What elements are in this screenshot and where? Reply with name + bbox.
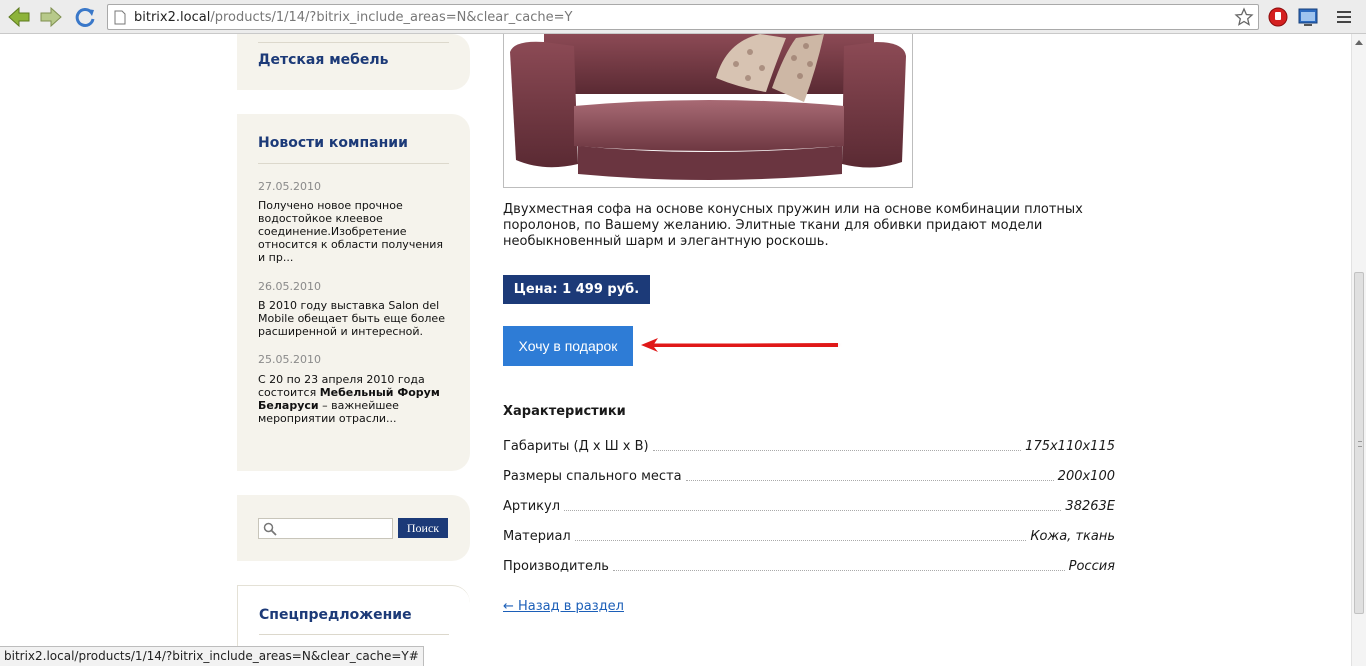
price-badge: Цена: 1 499 руб.	[503, 275, 650, 304]
news-date: 27.05.2010	[258, 180, 321, 193]
url-text[interactable]: bitrix2.local/products/1/14/?bitrix_incl…	[134, 10, 572, 25]
characteristic-row: Производитель Россия	[503, 556, 1115, 574]
news-box: Новости компании 27.05.2010 Получено нов…	[237, 114, 470, 471]
reload-icon[interactable]	[73, 5, 97, 29]
stop-extension-icon[interactable]	[1266, 5, 1290, 29]
characteristic-value: 200x100	[1057, 469, 1115, 484]
product-description: Двухместная софа на основе конусных пруж…	[503, 202, 1083, 249]
characteristic-label: Размеры спального места	[503, 469, 682, 484]
search-button[interactable]: Поиск	[398, 518, 448, 538]
dotted-leader	[685, 480, 1054, 481]
news-item-text[interactable]: С 20 по 23 апреля 2010 года состоится Ме…	[258, 373, 453, 425]
characteristic-row: Размеры спального места 200x100	[503, 466, 1115, 484]
back-to-section-link[interactable]: ← Назад в раздел	[503, 599, 624, 614]
status-bar-url: bitrix2.local/products/1/14/?bitrix_incl…	[0, 646, 424, 666]
dotted-leader	[564, 510, 1062, 511]
characteristic-value: 175x110x115	[1025, 439, 1115, 454]
special-offer-title[interactable]: Спецпредложение	[259, 607, 412, 623]
scroll-up-arrow-icon[interactable]	[1355, 40, 1363, 45]
news-date: 25.05.2010	[258, 353, 321, 366]
scroll-grip-icon	[1358, 441, 1362, 447]
characteristics-title: Характеристики	[503, 404, 626, 419]
dotted-leader	[574, 540, 1027, 541]
sidebar-catalog-box: Детская мебель	[237, 34, 470, 90]
characteristic-row: Габариты (Д х Ш х В) 175x110x115	[503, 436, 1115, 454]
red-arrow-annotation	[641, 338, 842, 352]
characteristic-label: Производитель	[503, 559, 609, 574]
characteristic-row: Материал Кожа, ткань	[503, 526, 1115, 544]
characteristic-row: Артикул 38263E	[503, 496, 1115, 514]
scroll-thumb[interactable]	[1354, 272, 1364, 614]
news-title[interactable]: Новости компании	[258, 135, 408, 151]
divider	[258, 163, 449, 164]
divider	[258, 42, 449, 43]
search-input[interactable]	[258, 518, 393, 539]
characteristic-value: 38263E	[1065, 499, 1115, 514]
characteristic-value: Россия	[1068, 559, 1115, 574]
sofa-image	[504, 34, 912, 187]
dotted-leader	[652, 450, 1022, 451]
news-item-text[interactable]: Получено новое прочное водостойкое клеев…	[258, 199, 453, 264]
forward-arrow-icon[interactable]	[39, 5, 63, 29]
star-icon[interactable]	[1234, 7, 1254, 27]
page-scrollbar[interactable]	[1351, 34, 1366, 666]
dotted-leader	[612, 570, 1065, 571]
characteristic-value: Кожа, ткань	[1030, 529, 1115, 544]
characteristic-label: Габариты (Д х Ш х В)	[503, 439, 649, 454]
page-icon	[114, 10, 126, 25]
characteristic-label: Артикул	[503, 499, 561, 514]
back-arrow-icon[interactable]	[7, 5, 31, 29]
characteristic-label: Материал	[503, 529, 571, 544]
menu-icon[interactable]	[1332, 5, 1356, 29]
news-item-text[interactable]: В 2010 году выставка Salon del Mobile об…	[258, 299, 453, 338]
divider	[259, 634, 449, 635]
news-date: 26.05.2010	[258, 280, 321, 293]
sidebar-item-kids-furniture[interactable]: Детская мебель	[258, 52, 389, 68]
search-icon	[263, 522, 277, 536]
product-image	[503, 34, 913, 188]
window-extension-icon[interactable]	[1296, 5, 1320, 29]
address-bar[interactable]: bitrix2.local/products/1/14/?bitrix_incl…	[107, 4, 1259, 30]
browser-toolbar: bitrix2.local/products/1/14/?bitrix_incl…	[0, 0, 1366, 34]
search-box: Поиск	[237, 495, 470, 561]
gift-button[interactable]: Хочу в подарок	[503, 326, 633, 366]
